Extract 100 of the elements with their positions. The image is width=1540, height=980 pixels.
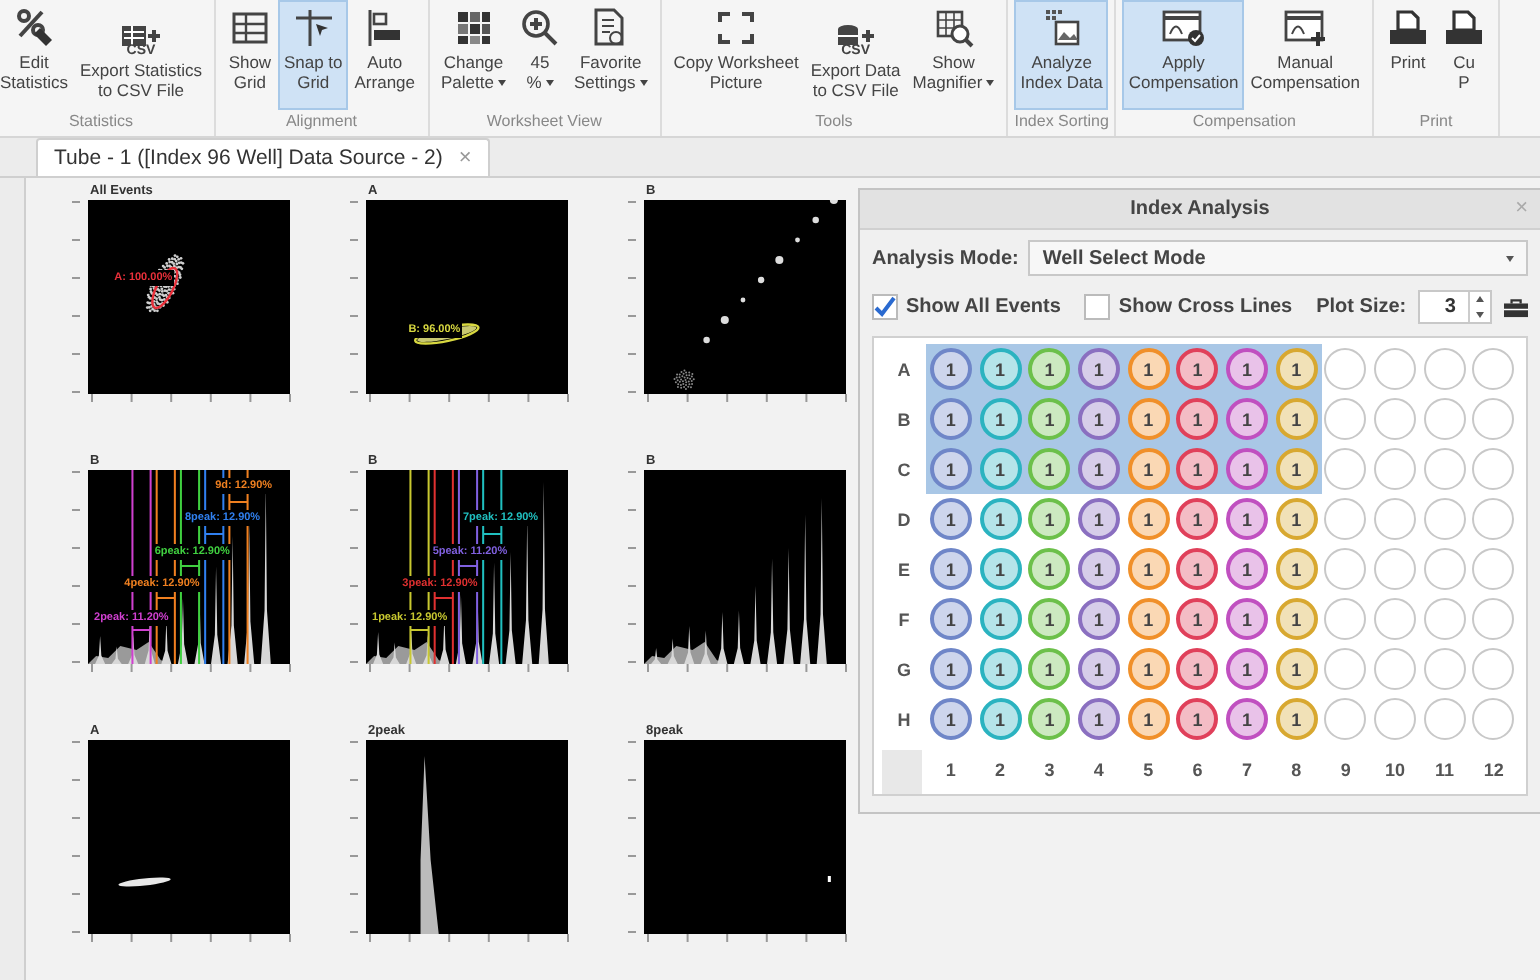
well[interactable] <box>1423 648 1466 690</box>
well[interactable]: 1 <box>1275 698 1318 740</box>
well[interactable]: 1 <box>1127 598 1170 640</box>
well[interactable]: 1 <box>1028 398 1071 440</box>
well[interactable]: 1 <box>929 348 972 390</box>
well[interactable]: 1 <box>1127 548 1170 590</box>
well[interactable]: 1 <box>1176 348 1219 390</box>
well[interactable] <box>1423 698 1466 740</box>
well[interactable]: 1 <box>1275 348 1318 390</box>
well[interactable]: 1 <box>1077 348 1120 390</box>
well[interactable] <box>1324 348 1367 390</box>
well[interactable]: 1 <box>1028 498 1071 540</box>
well[interactable] <box>1324 698 1367 740</box>
well[interactable] <box>1423 398 1466 440</box>
well[interactable] <box>1423 348 1466 390</box>
well[interactable] <box>1324 648 1367 690</box>
well[interactable]: 1 <box>1275 648 1318 690</box>
well[interactable] <box>1324 548 1367 590</box>
ribbon-button[interactable]: Copy Worksheet Picture <box>667 0 805 110</box>
well[interactable]: 1 <box>1127 648 1170 690</box>
well[interactable] <box>1374 498 1417 540</box>
well[interactable] <box>1423 448 1466 490</box>
well[interactable] <box>1374 448 1417 490</box>
well[interactable]: 1 <box>1077 598 1120 640</box>
well[interactable]: 1 <box>979 648 1022 690</box>
well[interactable] <box>1374 698 1417 740</box>
well[interactable] <box>1472 598 1515 640</box>
well[interactable]: 1 <box>979 398 1022 440</box>
well[interactable] <box>1374 648 1417 690</box>
well[interactable] <box>1423 548 1466 590</box>
well[interactable]: 1 <box>929 598 972 640</box>
well[interactable]: 1 <box>1225 448 1268 490</box>
show-cross-lines-checkbox[interactable]: Show Cross Lines <box>1084 294 1293 320</box>
ribbon-button[interactable]: Analyze Index Data <box>1014 0 1109 110</box>
well[interactable]: 1 <box>1176 448 1219 490</box>
well[interactable]: 1 <box>1176 498 1219 540</box>
well[interactable] <box>1374 348 1417 390</box>
well[interactable] <box>1324 448 1367 490</box>
well[interactable]: 1 <box>1077 398 1120 440</box>
well[interactable]: 1 <box>1028 548 1071 590</box>
analysis-mode-dropdown[interactable]: Well Select Mode <box>1028 240 1528 276</box>
well[interactable]: 1 <box>979 448 1022 490</box>
well[interactable]: 1 <box>979 598 1022 640</box>
well[interactable]: 1 <box>1176 398 1219 440</box>
ribbon-button[interactable]: Show Magnifier <box>906 0 1001 110</box>
well[interactable]: 1 <box>1028 598 1071 640</box>
well[interactable] <box>1472 398 1515 440</box>
well[interactable]: 1 <box>1028 348 1071 390</box>
well[interactable]: 1 <box>1127 498 1170 540</box>
well[interactable]: 1 <box>1176 598 1219 640</box>
well[interactable]: 1 <box>979 348 1022 390</box>
plot-size-spinner[interactable]: 3 <box>1418 290 1492 324</box>
well[interactable] <box>1374 398 1417 440</box>
well[interactable]: 1 <box>929 548 972 590</box>
toolbox-icon[interactable] <box>1503 295 1528 319</box>
well[interactable]: 1 <box>1225 698 1268 740</box>
well[interactable]: 1 <box>1225 498 1268 540</box>
well[interactable]: 1 <box>1225 598 1268 640</box>
ribbon-button[interactable]: Auto Arrange <box>348 0 422 110</box>
ribbon-button[interactable]: Favorite Settings <box>567 0 654 110</box>
well[interactable]: 1 <box>1028 698 1071 740</box>
ribbon-button[interactable]: Cu P <box>1436 0 1493 110</box>
well[interactable] <box>1472 498 1515 540</box>
ribbon-button[interactable]: Show Grid <box>221 0 278 110</box>
ribbon-button[interactable]: Edit Statistics <box>0 0 75 110</box>
well[interactable]: 1 <box>1275 548 1318 590</box>
well[interactable]: 1 <box>1028 448 1071 490</box>
well[interactable]: 1 <box>1225 398 1268 440</box>
well[interactable]: 1 <box>1127 698 1170 740</box>
well[interactable] <box>1472 698 1515 740</box>
well[interactable]: 1 <box>1077 698 1120 740</box>
well[interactable] <box>1472 648 1515 690</box>
well[interactable]: 1 <box>1127 348 1170 390</box>
well[interactable]: 1 <box>1225 348 1268 390</box>
well[interactable]: 1 <box>1127 398 1170 440</box>
well[interactable]: 1 <box>1028 648 1071 690</box>
well[interactable]: 1 <box>1077 648 1120 690</box>
ribbon-button[interactable]: Manual Compensation <box>1244 0 1367 110</box>
well[interactable]: 1 <box>979 498 1022 540</box>
well[interactable]: 1 <box>979 698 1022 740</box>
document-tab[interactable]: Tube - 1 ([Index 96 Well] Data Source - 2) × <box>36 138 490 176</box>
show-all-events-checkbox[interactable]: Show All Events <box>872 294 1061 320</box>
ribbon-button[interactable]: Change Palette <box>435 0 512 110</box>
well[interactable] <box>1472 348 1515 390</box>
well[interactable] <box>1324 598 1367 640</box>
well[interactable] <box>1374 598 1417 640</box>
well[interactable]: 1 <box>1225 648 1268 690</box>
well[interactable]: 1 <box>929 698 972 740</box>
well[interactable]: 1 <box>1176 698 1219 740</box>
well[interactable] <box>1472 448 1515 490</box>
well[interactable]: 1 <box>1275 398 1318 440</box>
well[interactable]: 1 <box>929 398 972 440</box>
well[interactable]: 1 <box>1176 548 1219 590</box>
ribbon-button[interactable]: 45 % <box>511 0 568 110</box>
well[interactable] <box>1472 548 1515 590</box>
well[interactable] <box>1324 398 1367 440</box>
well[interactable]: 1 <box>979 548 1022 590</box>
well[interactable]: 1 <box>929 648 972 690</box>
ribbon-button[interactable]: Apply Compensation <box>1122 0 1245 110</box>
well[interactable]: 1 <box>1275 598 1318 640</box>
